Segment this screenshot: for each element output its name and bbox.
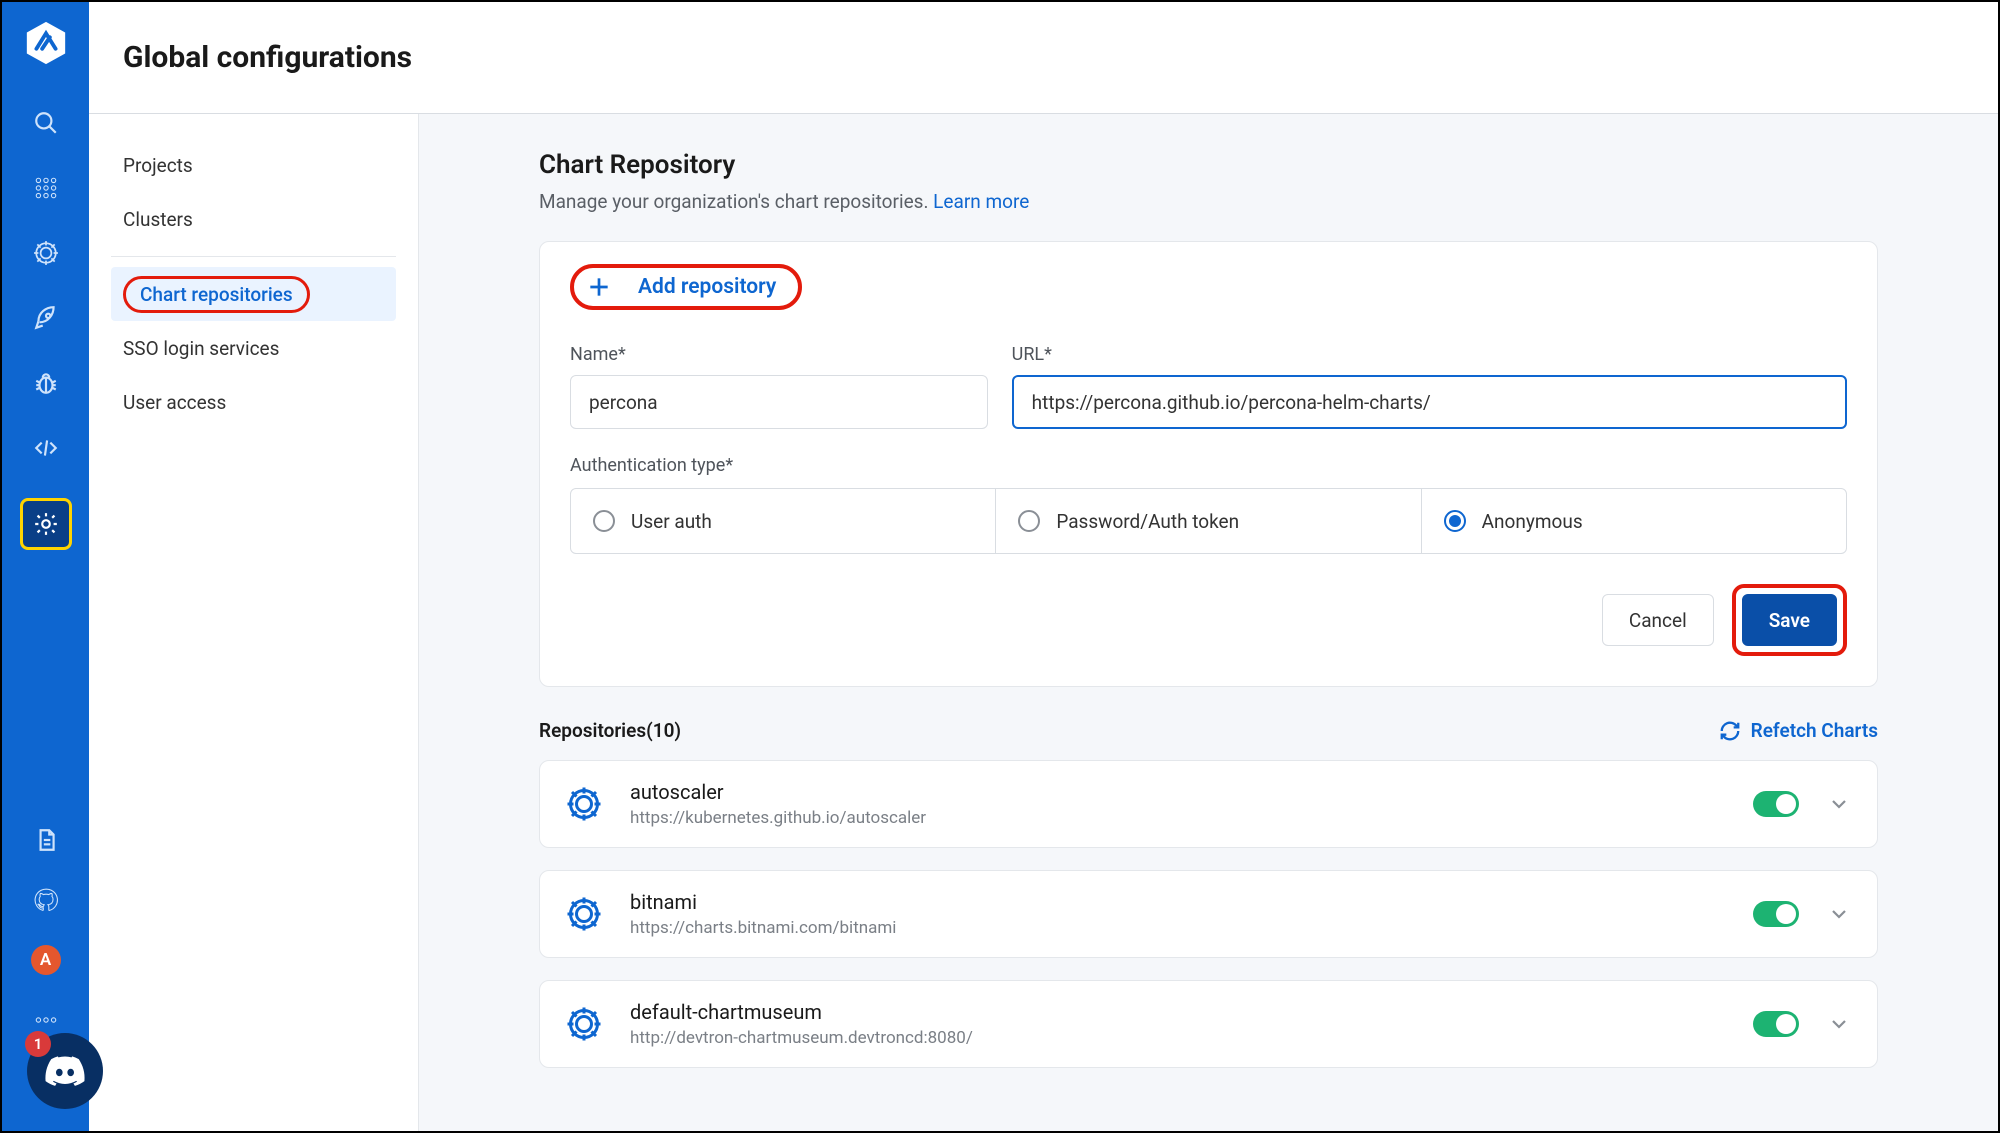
section-subtitle: Manage your organization's chart reposit… <box>539 190 1878 213</box>
cancel-button[interactable]: Cancel <box>1602 594 1714 646</box>
repo-name: bitnami <box>630 890 1725 914</box>
docs-icon[interactable] <box>31 825 61 855</box>
section-title: Chart Repository <box>539 150 1878 180</box>
avatar-letter: A <box>40 950 51 970</box>
auth-option-password[interactable]: Password/Auth token <box>996 489 1421 553</box>
sidebar-item-clusters[interactable]: Clusters <box>111 192 396 246</box>
name-label: Name* <box>570 344 988 365</box>
settings-sidebar: Projects Clusters Chart repositories SSO… <box>89 114 419 1131</box>
repo-url: http://devtron-chartmuseum.devtroncd:808… <box>630 1028 1725 1048</box>
sidebar-item-chart-repositories[interactable]: Chart repositories <box>111 267 396 321</box>
chevron-down-icon[interactable] <box>1827 902 1851 926</box>
repo-name: default-chartmuseum <box>630 1000 1725 1024</box>
repositories-heading: Repositories(10) <box>539 719 681 742</box>
repo-url: https://kubernetes.github.io/autoscaler <box>630 808 1725 828</box>
discord-badge: 1 <box>25 1031 51 1057</box>
save-button[interactable]: Save <box>1742 594 1837 646</box>
helm-icon <box>566 786 602 822</box>
helm-icon[interactable] <box>31 238 61 268</box>
sidebar-item-user-access[interactable]: User access <box>111 375 396 429</box>
learn-more-link[interactable]: Learn more <box>933 190 1029 213</box>
add-repository-button[interactable]: Add repository <box>570 264 802 310</box>
add-repo-card: Add repository Name* URL* Authentication… <box>539 241 1878 687</box>
radio-icon <box>593 510 615 532</box>
repo-toggle[interactable] <box>1753 791 1799 817</box>
helm-icon <box>566 896 602 932</box>
chevron-down-icon[interactable] <box>1827 1012 1851 1036</box>
helm-icon <box>566 1006 602 1042</box>
sidebar-item-sso[interactable]: SSO login services <box>111 321 396 375</box>
main-content: Chart Repository Manage your organizatio… <box>419 114 1998 1131</box>
discord-bubble[interactable]: 1 <box>27 1033 103 1109</box>
auth-type-group: User auth Password/Auth token Anonymous <box>570 488 1847 554</box>
apps-grid-icon[interactable] <box>31 173 61 203</box>
auth-type-label: Authentication type* <box>570 455 1847 476</box>
chevron-down-icon[interactable] <box>1827 792 1851 816</box>
repo-url: https://charts.bitnami.com/bitnami <box>630 918 1725 938</box>
sidebar-item-projects[interactable]: Projects <box>111 138 396 192</box>
auth-option-user-auth[interactable]: User auth <box>571 489 996 553</box>
auth-option-anonymous[interactable]: Anonymous <box>1422 489 1846 553</box>
repo-row: autoscaler https://kubernetes.github.io/… <box>539 760 1878 848</box>
repo-toggle[interactable] <box>1753 901 1799 927</box>
avatar[interactable]: A <box>31 945 61 975</box>
name-input[interactable] <box>570 375 988 429</box>
refetch-charts-button[interactable]: Refetch Charts <box>1719 719 1878 742</box>
url-label: URL* <box>1012 344 1847 365</box>
radio-icon <box>1444 510 1466 532</box>
page-header: Global configurations <box>89 2 1998 114</box>
url-input[interactable] <box>1012 375 1847 429</box>
repo-row: default-chartmuseum http://devtron-chart… <box>539 980 1878 1068</box>
code-icon[interactable] <box>31 433 61 463</box>
app-logo[interactable] <box>23 20 69 66</box>
radio-icon <box>1018 510 1040 532</box>
repo-name: autoscaler <box>630 780 1725 804</box>
deploy-icon[interactable] <box>31 303 61 333</box>
bug-icon[interactable] <box>31 368 61 398</box>
main-nav-rail: A <box>2 2 89 1131</box>
repo-row: bitnami https://charts.bitnami.com/bitna… <box>539 870 1878 958</box>
global-config-icon[interactable] <box>20 498 72 550</box>
github-icon[interactable] <box>31 885 61 915</box>
plus-icon <box>586 274 612 300</box>
page-title: Global configurations <box>123 40 412 75</box>
repo-toggle[interactable] <box>1753 1011 1799 1037</box>
search-icon[interactable] <box>31 108 61 138</box>
